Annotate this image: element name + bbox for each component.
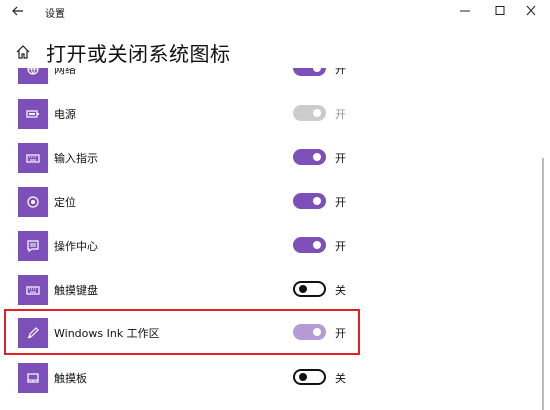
- maximize-button[interactable]: [487, 2, 513, 20]
- page-title: 打开或关闭系统图标: [46, 42, 231, 66]
- state-text: 关: [335, 372, 346, 385]
- touch-keyboard-icon: [18, 275, 48, 305]
- state-text: 开: [335, 152, 346, 165]
- setting-label: 触摸板: [54, 372, 87, 385]
- setting-row-action-center: 操作中心 开: [0, 231, 540, 261]
- action-center-icon: [18, 231, 48, 261]
- highlight-box: [4, 309, 360, 355]
- setting-row-power: 电源 开: [0, 99, 540, 129]
- home-icon[interactable]: [15, 44, 31, 60]
- setting-label: 触摸键盘: [54, 284, 98, 297]
- title-bar: 设置: [0, 0, 550, 24]
- setting-label: 定位: [54, 196, 76, 209]
- state-text: 关: [335, 284, 346, 297]
- setting-label: 输入指示: [54, 152, 98, 165]
- state-text: 开: [335, 108, 346, 121]
- toggle-action-center[interactable]: [293, 237, 326, 253]
- minimize-button[interactable]: [452, 2, 478, 20]
- setting-label: 电源: [54, 108, 76, 121]
- state-text: 开: [335, 240, 346, 253]
- close-button[interactable]: [518, 2, 544, 20]
- page-header: 打开或关闭系统图标: [0, 36, 550, 70]
- setting-row-location: 定位 开: [0, 187, 540, 217]
- setting-row-input-indicator: 输入指示 开: [0, 143, 540, 173]
- battery-icon: [18, 99, 48, 129]
- setting-label: 操作中心: [54, 240, 98, 253]
- setting-row-touchpad: 触摸板 关: [0, 363, 540, 393]
- setting-row-touch-keyboard: 触摸键盘 关: [0, 275, 540, 305]
- toggle-power: [293, 105, 326, 121]
- window-title: 设置: [45, 9, 65, 20]
- touchpad-icon: [18, 363, 48, 393]
- toggle-touchpad[interactable]: [293, 369, 326, 385]
- scrollbar[interactable]: [542, 158, 544, 410]
- toggle-location[interactable]: [293, 193, 326, 209]
- toggle-touch-keyboard[interactable]: [293, 281, 326, 297]
- back-arrow-icon[interactable]: [8, 2, 28, 20]
- location-icon: [18, 187, 48, 217]
- state-text: 开: [335, 196, 346, 209]
- toggle-input-indicator[interactable]: [293, 149, 326, 165]
- keyboard-icon: [18, 143, 48, 173]
